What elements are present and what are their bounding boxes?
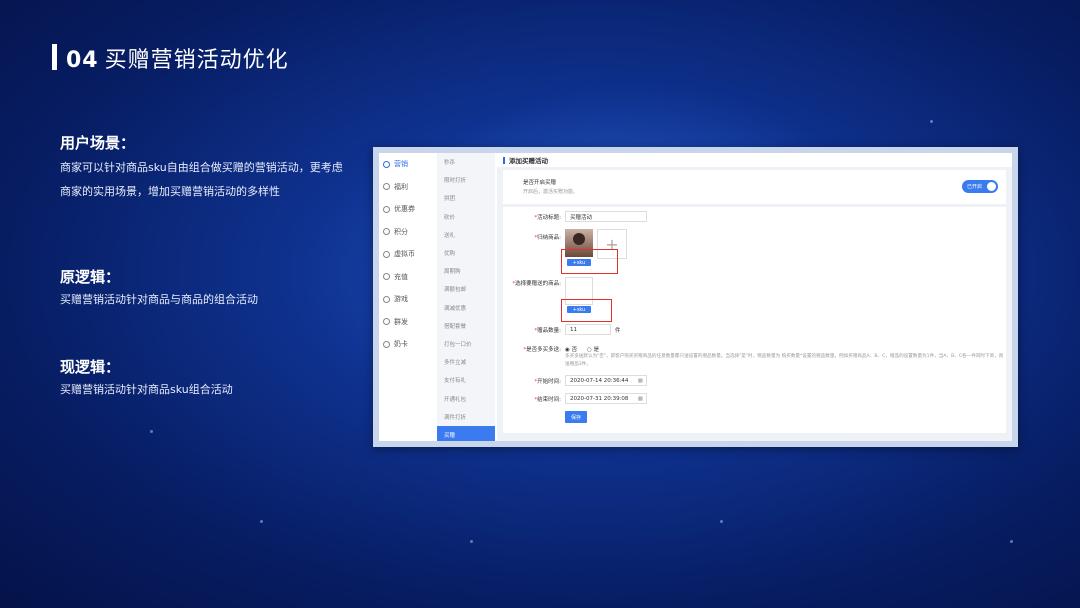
enable-desc: 开启后，激活买赠功能。 — [523, 189, 579, 195]
primary-nav-item-broadcast[interactable]: 群发 — [379, 311, 437, 334]
admin-screenshot: 营销 福利 优惠券 积分 虚拟币 充值 游戏 群发 奶卡 秒杀 限时打折 拼团 砍价送… — [373, 147, 1018, 447]
background-dot — [720, 520, 723, 523]
nav-label: 虚拟币 — [394, 250, 415, 259]
secondary-nav-item[interactable]: 送礼 — [437, 226, 495, 244]
gift-goods-label: 选择要赠送的商品: — [501, 279, 561, 287]
primary-nav-item-coin[interactable]: 虚拟币 — [379, 243, 437, 266]
goods-label: 归纳商品: — [501, 233, 561, 241]
gift-qty-unit: 件 — [615, 328, 621, 334]
end-time-value: 2020-07-31 20:39:08 — [570, 395, 629, 402]
nav-label: 游戏 — [394, 295, 408, 304]
gift-qty-input[interactable]: 11 — [565, 324, 611, 335]
section-heading-scenario: 用户场景： — [60, 134, 136, 152]
background-dot — [1010, 540, 1013, 543]
title-accent-bar — [52, 44, 57, 70]
enable-toggle[interactable]: 已开启 — [962, 180, 998, 193]
nav-label: 福利 — [394, 182, 408, 191]
activity-name-label: 活动标题: — [501, 213, 561, 221]
section-text-old-logic: 买赠营销活动针对商品与商品的组合活动 — [60, 293, 258, 306]
calendar-icon: ▦ — [637, 395, 643, 402]
slide-title-text: 买赠营销活动优化 — [104, 48, 289, 73]
slide-number: 04 — [66, 48, 99, 73]
secondary-nav-item[interactable]: 搭配套餐 — [437, 317, 495, 335]
enable-panel: 是否开启买赠 开启后，激活买赠功能。 已开启 — [503, 170, 1006, 204]
secondary-nav-item[interactable]: 优购 — [437, 244, 495, 262]
nav-label: 积分 — [394, 227, 408, 236]
primary-nav-item-recharge[interactable]: 充值 — [379, 266, 437, 289]
background-dot — [260, 520, 263, 523]
secondary-nav-item[interactable]: 打包一口价 — [437, 335, 495, 353]
primary-nav: 营销 福利 优惠券 积分 虚拟币 充值 游戏 群发 奶卡 — [379, 153, 438, 441]
section-heading-old-logic: 原逻辑： — [60, 268, 121, 286]
multi-gift-desc: 多买多送默认为"否"，即客户购买买赠商品的任意数量都只送设置的赠品数量。当选择"… — [565, 354, 1004, 367]
radio-no[interactable]: ◉ 否 — [565, 345, 577, 353]
nav-label: 奶卡 — [394, 340, 408, 349]
points-icon — [383, 228, 390, 236]
marketing-icon — [383, 160, 390, 168]
end-time-label: 结束时间: — [501, 395, 561, 403]
primary-nav-item-game[interactable]: 游戏 — [379, 288, 437, 311]
main-content: 添加买赠活动 是否开启买赠 开启后，激活买赠功能。 已开启 活动标题: 买赠活动… — [497, 153, 1012, 441]
secondary-nav-item[interactable]: 砍价 — [437, 208, 495, 226]
background-dot — [470, 540, 473, 543]
section-heading-new-logic: 现逻辑： — [60, 358, 121, 376]
secondary-nav-item[interactable]: 周期购 — [437, 262, 495, 280]
primary-nav-item-welfare[interactable]: 福利 — [379, 176, 437, 199]
secondary-nav-item[interactable]: 开通礼包 — [437, 389, 495, 407]
secondary-nav-item[interactable]: 多件立减 — [437, 353, 495, 371]
nav-label: 充值 — [394, 272, 408, 281]
background-dot — [150, 430, 153, 433]
primary-nav-item-points[interactable]: 积分 — [379, 221, 437, 244]
highlight-box — [561, 299, 612, 322]
start-time-value: 2020-07-14 20:36:44 — [570, 377, 629, 384]
form-panel: 活动标题: 买赠活动 归纳商品: + +sku 选择要赠送的商品: +sku 赠… — [503, 207, 1006, 433]
primary-nav-item-card[interactable]: 奶卡 — [379, 333, 437, 356]
end-time-input[interactable]: 2020-07-31 20:39:08 ▦ — [565, 393, 647, 404]
secondary-nav-item[interactable]: 支付有礼 — [437, 371, 495, 389]
primary-nav-item-marketing[interactable]: 营销 — [379, 153, 437, 176]
secondary-nav-item[interactable]: 拼团 — [437, 189, 495, 207]
secondary-nav-item[interactable]: 秒杀 — [437, 153, 495, 171]
nav-label: 群发 — [394, 317, 408, 326]
secondary-nav-item[interactable]: 满件打折 — [437, 408, 495, 426]
secondary-nav-item[interactable]: 满减优惠 — [437, 299, 495, 317]
calendar-icon: ▦ — [637, 377, 643, 384]
primary-nav-item-coupon[interactable]: 优惠券 — [379, 198, 437, 221]
broadcast-icon — [383, 318, 390, 326]
page-header: 添加买赠活动 — [497, 153, 1012, 167]
secondary-nav-item[interactable]: 满额包邮 — [437, 280, 495, 298]
start-time-input[interactable]: 2020-07-14 20:36:44 ▦ — [565, 375, 647, 386]
radio-yes[interactable]: ○ 是 — [587, 345, 599, 353]
activity-name-input[interactable]: 买赠活动 — [565, 211, 647, 222]
coupon-icon — [383, 205, 390, 213]
section-text-new-logic: 买赠营销活动针对商品sku组合活动 — [60, 383, 233, 396]
secondary-nav: 秒杀 限时打折 拼团 砍价 送礼 优购 周期购 满额包邮 满减优惠 搭配套餐 打包一口价 多件立减 支付… — [437, 153, 495, 441]
section-text-scenario: 商家可以针对商品sku自由组合做买赠的营销活动，更考虑商家的实用场景，增加买赠营… — [60, 161, 343, 198]
save-button[interactable]: 保存 — [565, 411, 587, 423]
game-icon — [383, 295, 390, 303]
recharge-icon — [383, 273, 390, 281]
background-dot — [930, 120, 933, 123]
gift-qty-label: 赠品数量: — [501, 326, 561, 334]
secondary-nav-item[interactable]: 买赠 — [437, 425, 495, 441]
slide-title: 04 买赠营销活动优化 — [66, 42, 289, 74]
secondary-nav-item[interactable]: 限时打折 — [437, 171, 495, 189]
toggle-label: 已开启 — [967, 184, 983, 190]
start-time-label: 开始时间: — [501, 377, 561, 385]
enable-title: 是否开启买赠 — [523, 180, 557, 186]
multi-gift-label: 是否多买多送: — [501, 345, 561, 353]
gift-icon — [383, 183, 390, 191]
nav-label: 优惠券 — [394, 205, 415, 214]
coin-icon — [383, 250, 390, 258]
nav-label: 营销 — [394, 160, 408, 169]
card-icon — [383, 340, 390, 348]
highlight-box — [561, 249, 618, 274]
